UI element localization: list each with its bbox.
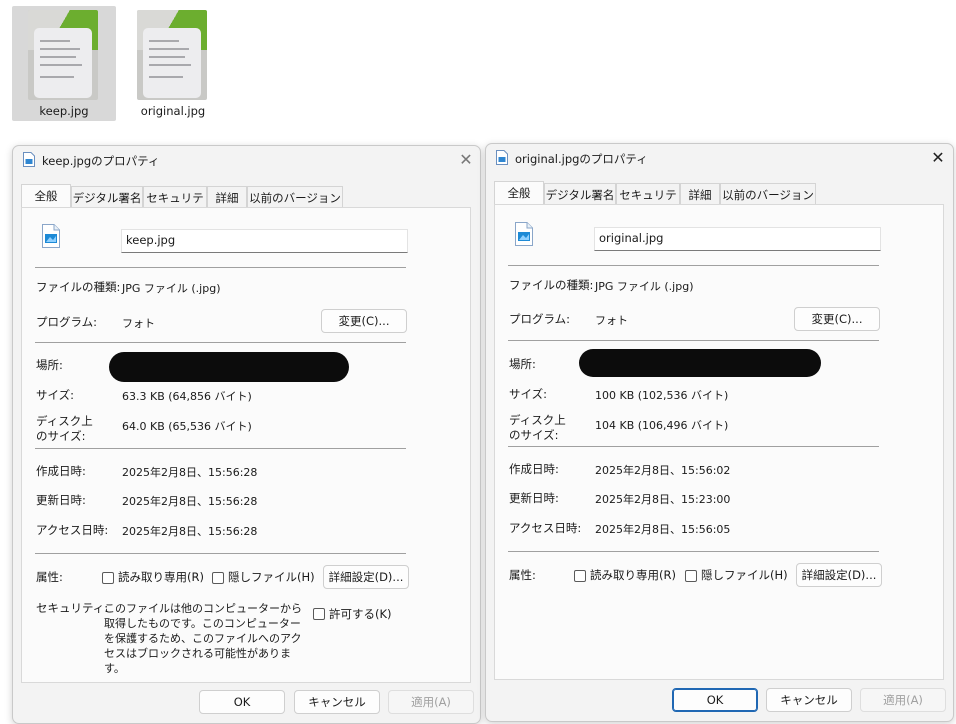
cancel-button[interactable]: キャンセル <box>766 688 852 712</box>
change-button[interactable]: 変更(C)... <box>794 307 880 331</box>
tab-digital-signature[interactable]: デジタル署名 <box>71 186 143 208</box>
redacted-location <box>109 352 349 382</box>
size-label: サイズ: <box>36 388 75 402</box>
modified-value: 2025年2月8日、15:56:28 <box>122 495 258 508</box>
file-type-value: JPG ファイル (.jpg) <box>595 280 694 293</box>
created-label: 作成日時: <box>36 464 86 478</box>
cancel-button[interactable]: キャンセル <box>294 690 380 714</box>
accessed-label: アクセス日時: <box>36 523 109 537</box>
tab-details[interactable]: 詳細 <box>680 183 720 205</box>
attributes-label: 属性: <box>36 570 63 584</box>
separator <box>35 553 406 554</box>
created-value: 2025年2月8日、15:56:02 <box>595 464 731 477</box>
properties-dialog-original: original.jpgのプロパティ ✕ 全般 デジタル署名 セキュリティ 詳細… <box>485 143 954 722</box>
modified-label: 更新日時: <box>36 493 86 507</box>
security-message: このファイルは他のコンピューターから取得したものです。このコンピューターを保護す… <box>104 602 302 675</box>
disk-size-label-line1: ディスク上 <box>36 414 93 428</box>
program-value: フォト <box>595 314 628 327</box>
separator <box>35 342 406 343</box>
separator <box>508 265 879 266</box>
file-type-label: ファイルの種類: <box>36 280 121 294</box>
separator <box>508 551 879 552</box>
ok-button[interactable]: OK <box>672 688 758 712</box>
disk-size-value: 64.0 KB (65,536 バイト) <box>122 420 252 433</box>
hidden-label[interactable]: 隠しファイル(H) <box>228 570 315 584</box>
separator <box>35 267 406 268</box>
readonly-label[interactable]: 読み取り専用(R) <box>590 568 676 582</box>
disk-size-value: 104 KB (106,496 バイト) <box>595 419 729 432</box>
size-value: 63.3 KB (64,856 バイト) <box>122 390 252 403</box>
advanced-button[interactable]: 詳細設定(D)... <box>796 563 882 587</box>
tab-general[interactable]: 全般 <box>21 184 71 208</box>
disk-size-label-line2: のサイズ: <box>509 428 559 442</box>
hidden-checkbox[interactable] <box>685 570 697 582</box>
separator <box>508 446 879 447</box>
hidden-label[interactable]: 隠しファイル(H) <box>701 568 788 582</box>
filename-input[interactable]: keep.jpg <box>121 229 408 253</box>
separator <box>35 448 406 449</box>
accessed-value: 2025年2月8日、15:56:05 <box>595 523 731 536</box>
file-icon <box>23 152 35 167</box>
hidden-checkbox[interactable] <box>212 572 224 584</box>
thumbnail-original[interactable]: original.jpg <box>121 6 225 121</box>
dialog-title: original.jpgのプロパティ <box>515 152 648 166</box>
accessed-label: アクセス日時: <box>509 521 582 535</box>
close-icon[interactable]: ✕ <box>456 150 476 170</box>
tab-panel <box>494 204 944 680</box>
allow-label[interactable]: 許可する(K) <box>329 607 392 621</box>
tab-digital-signature[interactable]: デジタル署名 <box>544 183 616 205</box>
program-value: フォト <box>122 317 155 330</box>
size-label: サイズ: <box>509 387 548 401</box>
title-bar[interactable]: keep.jpgのプロパティ ✕ <box>13 146 480 174</box>
dialog-title: keep.jpgのプロパティ <box>42 154 160 168</box>
tab-general[interactable]: 全般 <box>494 181 544 205</box>
thumbnail-keep[interactable]: keep.jpg <box>12 6 116 121</box>
modified-label: 更新日時: <box>509 491 559 505</box>
properties-dialog-keep: keep.jpgのプロパティ ✕ 全般 デジタル署名 セキュリティ 詳細 以前の… <box>12 145 481 724</box>
accessed-value: 2025年2月8日、15:56:28 <box>122 525 258 538</box>
readonly-checkbox[interactable] <box>102 572 114 584</box>
image-file-icon <box>515 222 533 246</box>
advanced-button[interactable]: 詳細設定(D)... <box>323 565 409 589</box>
program-label: プログラム: <box>36 315 98 329</box>
size-value: 100 KB (102,536 バイト) <box>595 389 729 402</box>
tab-security[interactable]: セキュリティ <box>616 183 680 224</box>
readonly-label[interactable]: 読み取り専用(R) <box>118 570 204 584</box>
allow-checkbox[interactable] <box>313 608 325 620</box>
apply-button[interactable]: 適用(A) <box>388 690 474 714</box>
image-thumbnail <box>137 10 207 100</box>
change-button[interactable]: 変更(C)... <box>321 309 407 333</box>
disk-size-label-line2: のサイズ: <box>36 429 86 443</box>
disk-size-label-line1: ディスク上 <box>509 413 566 427</box>
thumbnail-label: original.jpg <box>140 104 206 118</box>
tab-security[interactable]: セキュリティ <box>143 186 207 227</box>
redacted-location <box>579 349 821 377</box>
created-label: 作成日時: <box>509 462 559 476</box>
tab-details[interactable]: 詳細 <box>207 186 247 208</box>
image-file-icon <box>42 224 60 248</box>
location-label: 場所: <box>36 358 63 372</box>
file-type-label: ファイルの種類: <box>509 278 594 292</box>
image-thumbnail <box>28 10 98 100</box>
file-icon <box>496 150 508 165</box>
program-label: プログラム: <box>509 312 571 326</box>
created-value: 2025年2月8日、15:56:28 <box>122 466 258 479</box>
tab-previous-versions[interactable]: 以前のバージョン <box>247 186 343 208</box>
location-label: 場所: <box>509 357 536 371</box>
tab-previous-versions[interactable]: 以前のバージョン <box>720 183 816 205</box>
security-label: セキュリティ: <box>36 601 109 615</box>
close-icon[interactable]: ✕ <box>928 148 948 168</box>
thumbnail-label: keep.jpg <box>39 104 89 118</box>
separator <box>508 340 879 341</box>
apply-button[interactable]: 適用(A) <box>860 688 946 712</box>
attributes-label: 属性: <box>509 568 536 582</box>
ok-button[interactable]: OK <box>199 690 285 714</box>
filename-input[interactable]: original.jpg <box>594 227 881 251</box>
title-bar[interactable]: original.jpgのプロパティ ✕ <box>486 144 953 172</box>
file-type-value: JPG ファイル (.jpg) <box>122 282 221 295</box>
readonly-checkbox[interactable] <box>574 570 586 582</box>
modified-value: 2025年2月8日、15:23:00 <box>595 493 731 506</box>
